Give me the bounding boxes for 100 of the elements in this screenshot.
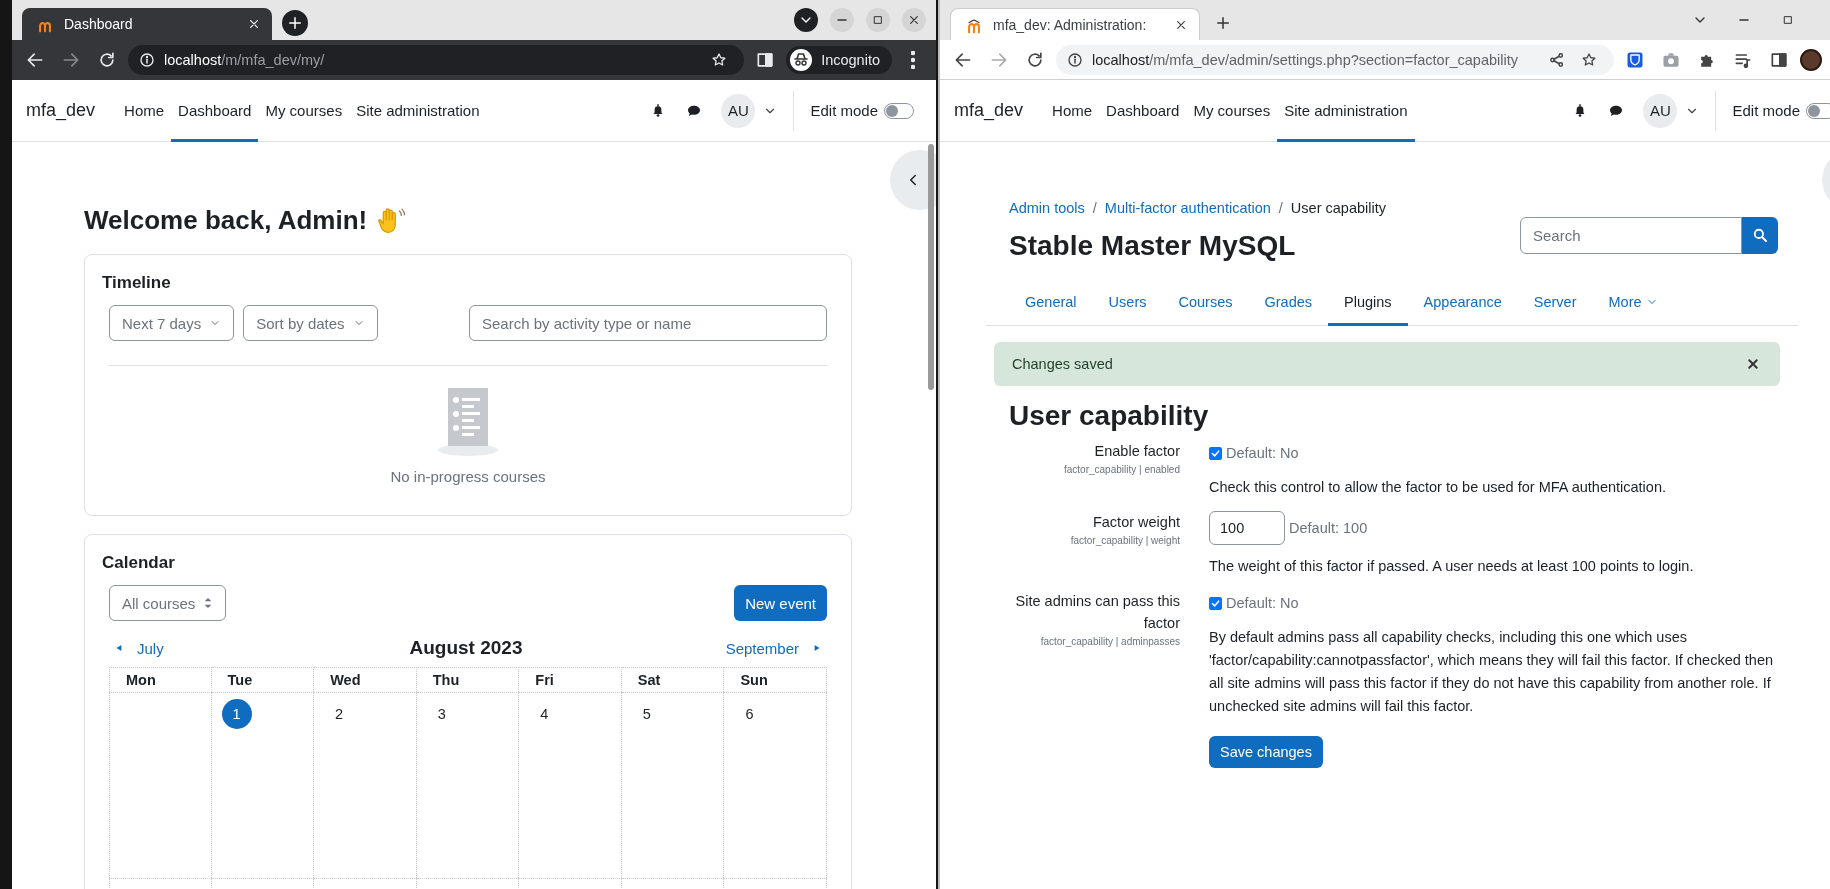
site-name[interactable]: mfa_dev xyxy=(954,100,1046,121)
edit-mode-toggle[interactable] xyxy=(1806,102,1830,119)
nav-link[interactable]: Site administration xyxy=(349,79,487,142)
empty-message: No in-progress courses xyxy=(390,468,546,485)
calendar-day-cell[interactable] xyxy=(109,692,212,878)
address-bar[interactable]: localhost/m/mfa_dev/my/ xyxy=(128,45,745,75)
search-field[interactable]: Search by activity type or name xyxy=(469,305,827,341)
filter-dropdown[interactable]: Next 7 days xyxy=(109,305,235,341)
reload-icon xyxy=(97,50,117,70)
browser-tab[interactable]: mfa_dev: Administration: xyxy=(950,8,1200,40)
breadcrumb-link[interactable]: Admin tools xyxy=(1009,200,1085,216)
minimize-button[interactable] xyxy=(830,8,854,32)
avatar-icon[interactable] xyxy=(1800,48,1822,71)
plus-icon xyxy=(1214,14,1232,32)
setting-key: factor_capability | adminpasses xyxy=(1040,636,1180,647)
page-heading: Welcome back, Admin! xyxy=(84,205,368,236)
menu-icon xyxy=(911,51,915,69)
plus-icon xyxy=(286,14,304,32)
calendar-day-cell[interactable]: 6 xyxy=(724,692,827,878)
checkbox[interactable] xyxy=(1209,596,1222,610)
weekday-header: Fri xyxy=(519,667,622,692)
nav-tab[interactable]: Users xyxy=(1092,276,1163,326)
calendar-day-cell[interactable]: 5 xyxy=(621,692,725,878)
avatar-button[interactable]: AU xyxy=(721,93,756,128)
setting-description: The weight of this factor if passed. A user needs at least 100 points to login. xyxy=(1209,557,1695,576)
breadcrumb-separator: / xyxy=(1278,200,1283,216)
tab-search-button[interactable] xyxy=(794,8,818,32)
alert-message: Changes saved xyxy=(1012,356,1113,372)
previous-month-link[interactable]: July xyxy=(109,639,410,657)
checkmark-icon xyxy=(1210,447,1221,459)
nav-tab[interactable]: Appearance xyxy=(1407,276,1518,326)
weekday-header: Wed xyxy=(314,667,417,692)
day-number: 6 xyxy=(744,705,755,724)
day-number: 2 xyxy=(334,705,345,724)
calendar-day-cell[interactable]: 2 xyxy=(314,692,417,878)
nav-tab[interactable]: Courses xyxy=(1162,276,1249,326)
weekday-header: Sun xyxy=(724,667,827,692)
maximize-button[interactable] xyxy=(866,8,890,32)
day-number: 5 xyxy=(641,705,652,724)
setting-key: factor_capability | enabled xyxy=(1064,464,1180,475)
nav-tab[interactable]: Server xyxy=(1517,276,1593,326)
sidebar-icon xyxy=(755,50,776,70)
avatar-button[interactable]: AU xyxy=(1643,93,1678,128)
default-value: Default: No xyxy=(1226,445,1299,461)
nav-link[interactable]: Site administration xyxy=(1277,79,1415,142)
nav-tab[interactable]: General xyxy=(1009,276,1093,326)
new-tab-button[interactable] xyxy=(282,10,308,36)
nav-link[interactable]: Dashboard xyxy=(1099,79,1187,142)
next-month-link[interactable]: September xyxy=(522,639,827,657)
default-value: Default: No xyxy=(1226,595,1299,611)
nav-link[interactable]: My courses xyxy=(1186,79,1278,142)
calendar-day-cell[interactable]: 4 xyxy=(519,692,622,878)
breadcrumb-separator: / xyxy=(1092,200,1097,216)
setting-description: By default admins pass all capability checks, including this one which uses 'factor/capability:cannotpassfactor', which means they will fail this factor. If checked then all site admins will pass this factor if they do not have this capability from another role. If unchecked site admins will fail this factor. xyxy=(1209,628,1775,716)
save-button[interactable]: Save changes xyxy=(1209,736,1323,768)
weekday-header: Mon xyxy=(109,667,212,692)
arrow-right-icon xyxy=(61,50,81,70)
filter-dropdown[interactable]: Sort by dates xyxy=(243,305,378,341)
nav-tab[interactable]: Grades xyxy=(1248,276,1329,326)
search-icon xyxy=(1751,226,1769,244)
new-event-button[interactable]: New event xyxy=(734,585,827,621)
edit-mode-toggle[interactable] xyxy=(884,102,914,119)
nav-link[interactable]: Home xyxy=(1045,79,1100,142)
share-icon xyxy=(1548,50,1566,69)
day-number: 3 xyxy=(436,705,447,724)
search-button[interactable] xyxy=(1742,216,1778,254)
card-title: Calendar xyxy=(102,553,176,573)
nav-link[interactable]: Home xyxy=(117,79,172,142)
checkbox[interactable] xyxy=(1209,446,1222,460)
nav-link[interactable]: My courses xyxy=(258,79,350,142)
nav-link[interactable]: Dashboard xyxy=(171,79,259,142)
incognito-icon xyxy=(789,48,814,72)
section-heading: User capability xyxy=(1009,400,1210,432)
weekday-header: Thu xyxy=(416,667,520,692)
info-icon xyxy=(138,51,156,69)
search-field[interactable]: Search xyxy=(1520,216,1742,254)
scrollbar[interactable] xyxy=(928,144,934,390)
calendar-day-cell[interactable]: 3 xyxy=(416,692,520,878)
calendar-day-cell[interactable]: 1 xyxy=(211,692,315,878)
url-text: localhost/m/mfa_dev/admin/settings.php?section=factor_capability xyxy=(1092,51,1519,68)
input-field[interactable]: 100 xyxy=(1209,511,1285,545)
close-window-button[interactable] xyxy=(902,8,926,32)
profile-label: Incognito xyxy=(821,52,880,68)
profile-chip[interactable]: Incognito xyxy=(786,46,892,74)
setting-label: Factor weight xyxy=(1092,513,1180,532)
month-title: August 2023 xyxy=(409,637,523,659)
course-select[interactable]: All courses xyxy=(109,585,227,621)
breadcrumb-link[interactable]: Multi-factor authentication xyxy=(1104,200,1271,216)
setting-description: Check this control to allow the factor to be used for MFA authentication. xyxy=(1209,478,1667,497)
url-text: localhost/m/mfa_dev/my/ xyxy=(164,52,326,68)
edit-mode-label: Edit mode xyxy=(810,102,878,119)
nav-tab[interactable]: Plugins xyxy=(1328,276,1408,326)
arrow-left-icon xyxy=(25,50,45,70)
card-title: Timeline xyxy=(102,273,172,293)
default-value: Default: 100 xyxy=(1289,520,1368,536)
checkmark-icon xyxy=(1210,597,1221,609)
browser-tab[interactable]: Dashboard xyxy=(22,8,272,40)
nav-tab[interactable]: More xyxy=(1592,276,1674,326)
site-name[interactable]: mfa_dev xyxy=(26,100,118,121)
address-bar[interactable]: localhost/m/mfa_dev/admin/settings.php?section=factor_capability xyxy=(1056,44,1614,75)
